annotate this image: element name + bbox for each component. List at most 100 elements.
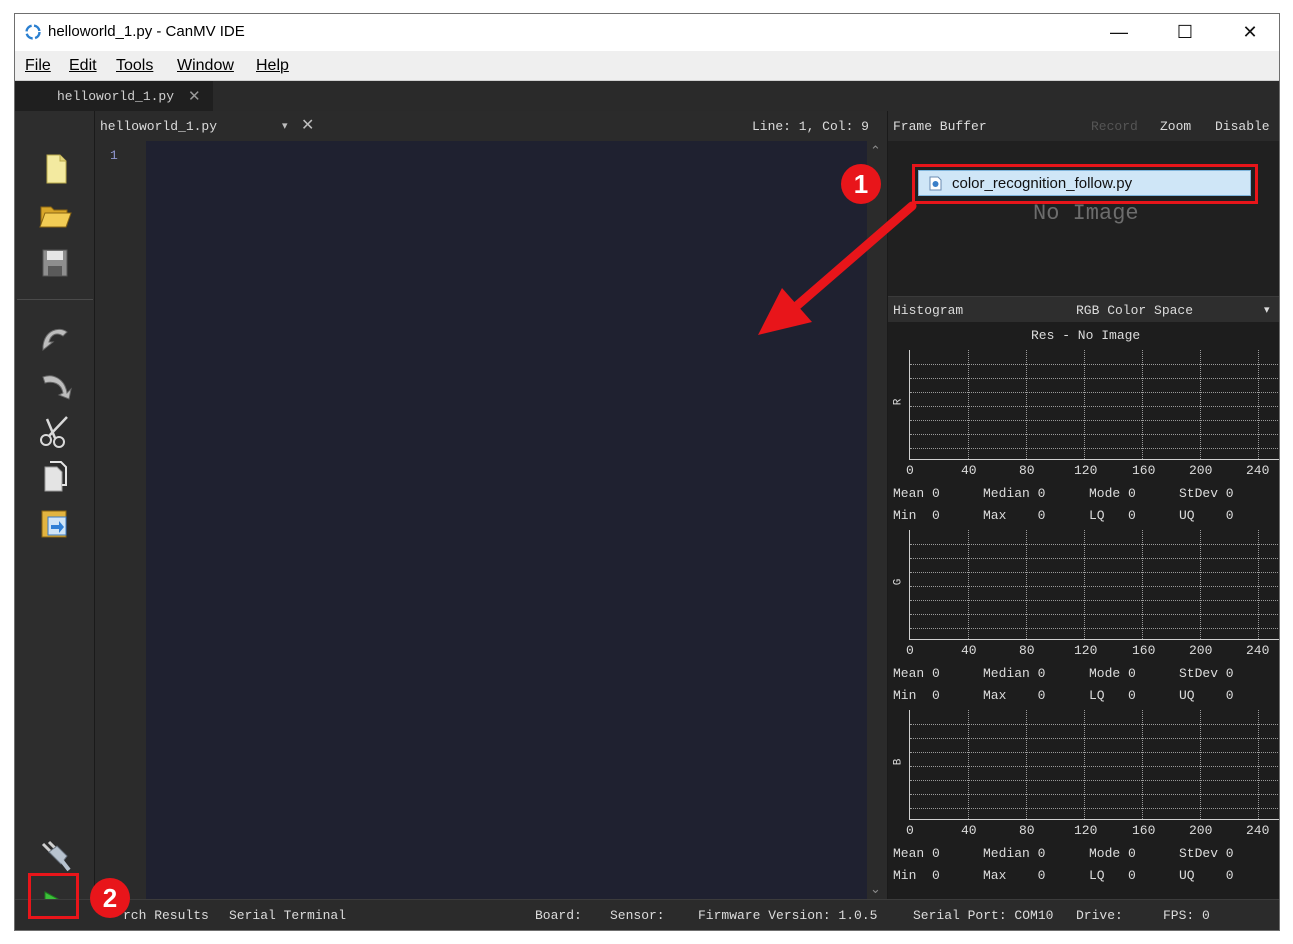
copy-icon[interactable]	[37, 459, 73, 495]
stat-max: Max 0	[983, 508, 1046, 523]
stat-max: Max 0	[983, 688, 1046, 703]
stat-mode: Mode 0	[1089, 846, 1136, 861]
x-tick-label: 0	[906, 823, 914, 838]
channel-axis-label: R	[892, 398, 905, 406]
stat-stdev: StDev 0	[1179, 846, 1234, 861]
disable-button[interactable]: Disable	[1215, 119, 1270, 134]
stat-mean: Mean 0	[893, 666, 940, 681]
grid-line	[1200, 530, 1201, 639]
step2-badge: 2	[90, 878, 130, 918]
firmware-version: Firmware Version: 1.0.5	[698, 908, 878, 923]
stat-median: Median 0	[983, 846, 1046, 861]
editor-close-icon[interactable]: ✕	[301, 115, 314, 135]
stat-uq: UQ 0	[1179, 868, 1234, 883]
tab-helloworld[interactable]: helloworld_1.py ✕	[15, 81, 213, 111]
x-tick-label: 240	[1246, 823, 1270, 838]
serial-port: Serial Port: COM10	[913, 908, 1054, 923]
grid-line	[1026, 530, 1027, 639]
grid-line	[1142, 530, 1143, 639]
grid-line	[910, 752, 1279, 753]
grid-line	[968, 350, 969, 459]
grid-line	[910, 420, 1279, 421]
left-toolbar	[15, 111, 95, 930]
stat-mode: Mode 0	[1089, 486, 1136, 501]
record-button[interactable]: Record	[1091, 119, 1138, 134]
maximize-button[interactable]: ☐	[1156, 14, 1214, 51]
stat-uq: UQ 0	[1179, 688, 1234, 703]
drag-arrow-icon	[758, 201, 917, 335]
grid-line	[1258, 530, 1259, 639]
grid-line	[1084, 350, 1085, 459]
grid-line	[910, 628, 1279, 629]
grid-line	[910, 364, 1279, 365]
redo-icon[interactable]	[37, 367, 73, 403]
grid-line	[910, 794, 1279, 795]
document-tab-strip: helloworld_1.py ✕	[15, 81, 1279, 111]
menu-bar: File Edit Tools Window Help	[15, 51, 1279, 81]
line-number-gutter: 1	[96, 141, 146, 899]
editor-file-dropdown-icon[interactable]: ▾	[282, 119, 288, 132]
x-tick-label: 40	[961, 823, 977, 838]
resolution-label: Res - No Image	[1031, 328, 1141, 343]
stat-min: Min 0	[893, 508, 940, 523]
close-button[interactable]: ✕	[1221, 14, 1279, 51]
x-tick-label: 120	[1074, 463, 1098, 478]
cut-icon[interactable]	[37, 413, 73, 449]
grid-line	[910, 544, 1279, 545]
grid-line	[1084, 530, 1085, 639]
menu-file[interactable]: File	[25, 57, 51, 75]
x-tick-label: 80	[1019, 463, 1035, 478]
stat-lq: LQ 0	[1089, 688, 1136, 703]
search-results-tab[interactable]: rch Results	[123, 908, 209, 923]
undo-icon[interactable]	[37, 318, 73, 354]
board-label: Board:	[535, 908, 582, 923]
step2-highlight	[28, 873, 79, 919]
menu-edit[interactable]: Edit	[69, 57, 97, 75]
color-space-dropdown-icon[interactable]: ▾	[1264, 303, 1270, 316]
scroll-up-icon[interactable]: ⌃	[870, 143, 881, 159]
grid-line	[1142, 350, 1143, 459]
x-tick-label: 120	[1074, 643, 1098, 658]
channel-axis-label: G	[892, 578, 905, 586]
dragged-file[interactable]: color_recognition_follow.py	[918, 170, 1251, 196]
stat-mean: Mean 0	[893, 846, 940, 861]
grid-line	[1200, 710, 1201, 819]
color-space-select[interactable]: RGB Color Space	[1076, 303, 1193, 318]
zoom-button[interactable]: Zoom	[1160, 119, 1191, 134]
save-icon[interactable]	[37, 245, 73, 281]
histogram-plot-b	[909, 710, 1279, 820]
scroll-down-icon[interactable]: ⌄	[870, 881, 881, 897]
no-image-placeholder: No Image	[1033, 201, 1139, 226]
x-tick-label: 0	[906, 643, 914, 658]
grid-line	[1026, 710, 1027, 819]
grid-line	[910, 738, 1279, 739]
grid-line	[910, 724, 1279, 725]
menu-window[interactable]: Window	[177, 57, 234, 75]
dragged-file-name: color_recognition_follow.py	[952, 175, 1133, 192]
x-tick-label: 40	[961, 463, 977, 478]
x-tick-label: 80	[1019, 643, 1035, 658]
open-folder-icon[interactable]	[37, 197, 73, 233]
channel-axis-label: B	[892, 758, 905, 766]
stat-mean: Mean 0	[893, 486, 940, 501]
grid-line	[1084, 710, 1085, 819]
tab-close-icon[interactable]: ✕	[188, 87, 201, 105]
x-tick-label: 160	[1132, 643, 1156, 658]
x-tick-label: 160	[1132, 463, 1156, 478]
histogram-body: Res - No Image R 0 40 80 120 160 200 240 Mean 0 M…	[888, 322, 1279, 899]
paste-icon[interactable]	[37, 505, 73, 541]
grid-line	[910, 434, 1279, 435]
canmv-logo-icon	[25, 24, 41, 40]
new-file-icon[interactable]	[37, 151, 73, 187]
minimize-button[interactable]: —	[1090, 14, 1148, 51]
editor-file-name[interactable]: helloworld_1.py	[100, 119, 217, 134]
menu-tools[interactable]: Tools	[116, 57, 153, 75]
serial-terminal-tab[interactable]: Serial Terminal	[229, 908, 346, 923]
frame-buffer-header: Frame Buffer Record Zoom Disable	[888, 111, 1279, 141]
x-tick-label: 120	[1074, 823, 1098, 838]
histogram-plot-g	[909, 530, 1279, 640]
cursor-position: Line: 1, Col: 9	[751, 119, 869, 134]
connect-icon[interactable]	[37, 838, 73, 874]
python-file-icon	[929, 176, 942, 191]
menu-help[interactable]: Help	[256, 57, 289, 75]
